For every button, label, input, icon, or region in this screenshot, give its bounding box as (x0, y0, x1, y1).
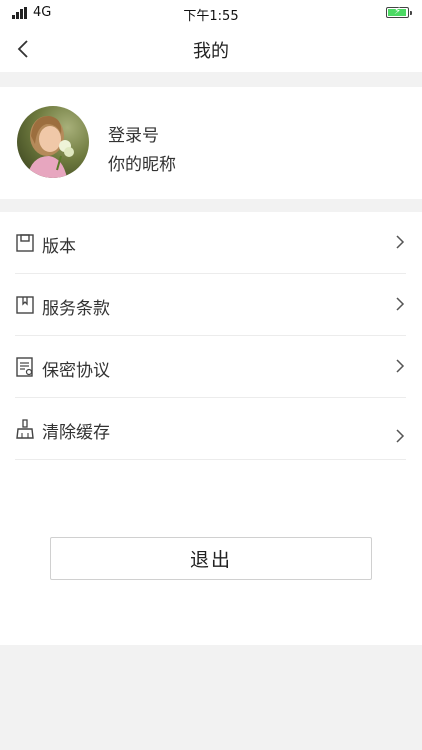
avatar[interactable] (17, 106, 89, 178)
document-icon (16, 357, 33, 377)
menu-item-label: 服务条款 (42, 299, 110, 319)
battery-icon: ⚡ (386, 6, 412, 18)
menu-item-label: 保密协议 (42, 361, 110, 381)
save-icon (16, 234, 34, 252)
bookmark-icon (16, 296, 34, 314)
logout-button[interactable]: 退出 (50, 537, 372, 580)
menu-item-privacy[interactable]: 保密协议 (15, 336, 406, 398)
profile-card[interactable]: 登录号 你的昵称 (0, 87, 422, 199)
page-title: 我的 (193, 41, 229, 62)
menu-item-version[interactable]: 版本 (15, 212, 406, 274)
status-bar: 4G 下午1:55 ⚡ (0, 0, 422, 26)
broom-icon (16, 419, 34, 439)
chevron-right-icon (396, 359, 405, 373)
chevron-right-icon (396, 297, 405, 311)
menu-item-clear-cache[interactable]: 清除缓存 (15, 398, 406, 460)
avatar-image (17, 106, 89, 178)
nickname-label: 你的昵称 (108, 155, 176, 175)
settings-menu: 版本 服务条款 保密协议 清除缓存 退出 (0, 212, 422, 645)
menu-item-label: 版本 (42, 237, 76, 257)
chevron-right-icon (396, 429, 405, 443)
status-time: 下午1:55 (183, 9, 239, 24)
nav-bar: 我的 (0, 26, 422, 72)
chevron-right-icon (396, 235, 405, 249)
login-id-label: 登录号 (108, 126, 159, 146)
menu-item-terms[interactable]: 服务条款 (15, 274, 406, 336)
menu-item-label: 清除缓存 (42, 423, 110, 443)
